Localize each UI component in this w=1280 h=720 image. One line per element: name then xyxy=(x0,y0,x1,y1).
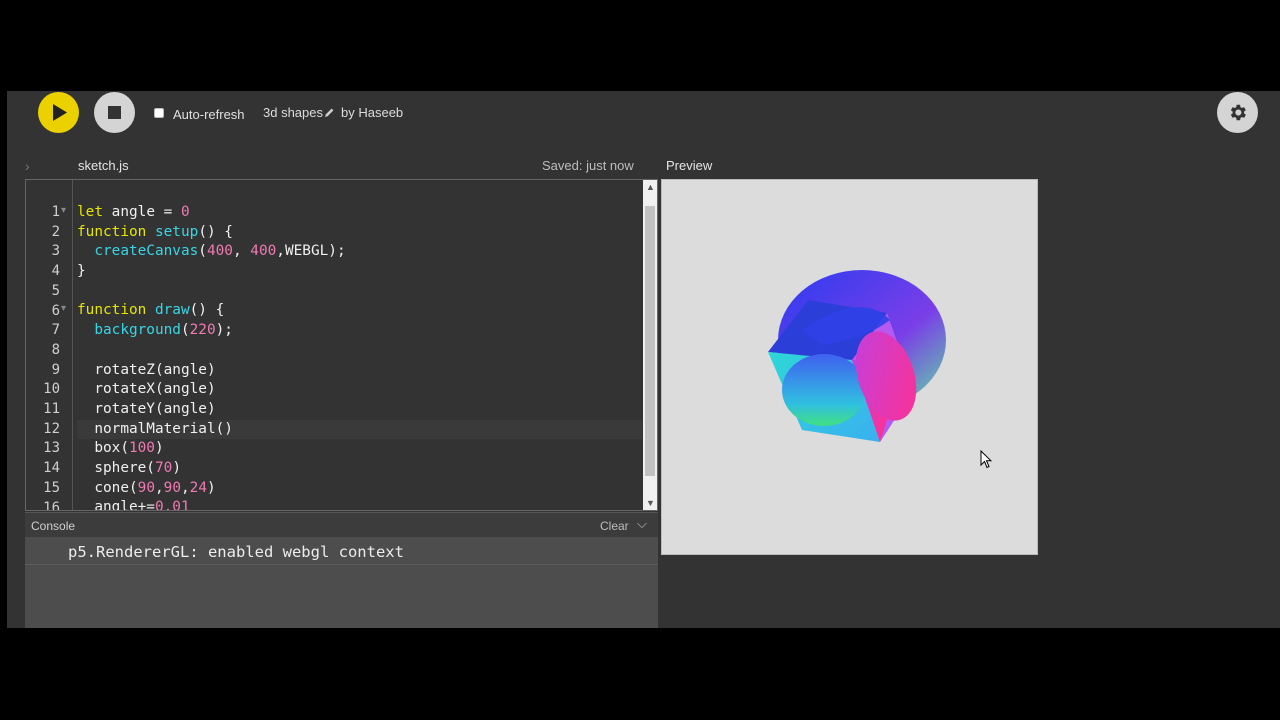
line-number: 5 xyxy=(51,282,60,299)
line-number: 10 xyxy=(43,381,60,398)
scroll-thumb[interactable] xyxy=(645,206,655,476)
console-title: Console xyxy=(31,519,76,533)
code-line[interactable]: cone(90,90,24) xyxy=(77,479,642,499)
line-number: 7 xyxy=(51,322,60,339)
line-number: 1 xyxy=(51,204,60,220)
line-number: 9 xyxy=(51,361,60,378)
preview-canvas[interactable] xyxy=(661,179,1038,555)
code-line[interactable]: background(220); xyxy=(77,321,642,341)
console-header: Console Clear ⌵ xyxy=(25,512,658,537)
fold-marker-icon[interactable]: ▾ xyxy=(61,205,66,216)
project-name[interactable]: 3d shapes xyxy=(263,105,323,120)
code-line[interactable]: ​ xyxy=(77,282,642,302)
scroll-up-icon[interactable]: ▲ xyxy=(646,182,655,192)
auto-refresh-checkbox[interactable] xyxy=(154,108,164,118)
play-button[interactable] xyxy=(38,92,79,133)
editor-app: Auto-refresh 3d shapes by Haseeb › sketc… xyxy=(7,91,1280,628)
line-number: 12 xyxy=(43,420,60,437)
stop-icon xyxy=(108,106,121,119)
gear-icon xyxy=(1230,104,1246,121)
code-line[interactable]: rotateZ(angle) xyxy=(77,361,642,381)
play-icon xyxy=(53,104,67,121)
code-line[interactable]: box(100) xyxy=(77,439,642,459)
scroll-down-icon[interactable]: ▼ xyxy=(646,498,655,508)
line-number: 15 xyxy=(43,479,60,496)
code-line[interactable]: function draw() { xyxy=(77,301,642,321)
line-number: 13 xyxy=(43,440,60,457)
code-line[interactable]: function setup() { xyxy=(77,223,642,243)
editor-scrollbar[interactable]: ▲ ▼ xyxy=(643,180,657,510)
line-number: 6 xyxy=(51,302,60,319)
3d-shapes-render xyxy=(768,270,946,442)
code-line[interactable]: rotateY(angle) xyxy=(77,400,642,420)
fold-marker-icon[interactable]: ▾ xyxy=(61,303,66,314)
code-line[interactable]: angle+=0.01 xyxy=(77,498,642,510)
inner-sphere-front xyxy=(782,354,866,426)
line-number: 2 xyxy=(51,223,60,240)
line-gutter: 1 2 3 4 5 6 7 8 9 10 11 12 13 14 15 16 ▾ ▾ xyxy=(26,180,73,510)
console-clear-button[interactable]: Clear xyxy=(600,519,629,533)
file-tab-name[interactable]: sketch.js xyxy=(78,158,129,173)
code-line[interactable]: ​ xyxy=(77,341,642,361)
code-editor[interactable]: 1 2 3 4 5 6 7 8 9 10 11 12 13 14 15 16 ▾ ▾ let angle = … xyxy=(25,179,658,511)
line-number: 3 xyxy=(51,243,60,260)
code-line[interactable]: normalMaterial() xyxy=(77,419,642,440)
console-body: p5.RendererGL: enabled webgl context xyxy=(25,537,658,628)
mouse-cursor-icon xyxy=(980,450,992,469)
settings-button[interactable] xyxy=(1217,92,1258,133)
chevron-down-icon[interactable]: ⌵ xyxy=(637,516,647,532)
line-number: 11 xyxy=(43,401,60,418)
code-line[interactable]: rotateX(angle) xyxy=(77,380,642,400)
line-numbers: 1 2 3 4 5 6 7 8 9 10 11 12 13 14 15 16 xyxy=(26,203,60,511)
preview-label: Preview xyxy=(666,158,713,173)
chevron-right-icon[interactable]: › xyxy=(25,158,30,174)
auto-refresh-label: Auto-refresh xyxy=(173,107,245,122)
console-line: p5.RendererGL: enabled webgl context xyxy=(25,539,658,565)
code-line[interactable]: let angle = 0 xyxy=(77,203,642,223)
code-content[interactable]: let angle = 0 function setup() { createCa… xyxy=(77,203,642,510)
project-owner[interactable]: by Haseeb xyxy=(341,105,403,120)
line-number: 16 xyxy=(43,499,60,511)
pencil-icon[interactable] xyxy=(324,107,335,118)
line-number: 14 xyxy=(43,460,60,477)
code-line[interactable]: createCanvas(400, 400,WEBGL); xyxy=(77,242,642,262)
stop-button[interactable] xyxy=(94,92,135,133)
code-line[interactable]: } xyxy=(77,262,642,282)
line-number: 4 xyxy=(51,263,60,280)
save-status: Saved: just now xyxy=(542,158,634,173)
console-message: p5.RendererGL: enabled webgl context xyxy=(68,543,404,561)
line-number: 8 xyxy=(51,341,60,358)
code-line[interactable]: sphere(70) xyxy=(77,459,642,479)
